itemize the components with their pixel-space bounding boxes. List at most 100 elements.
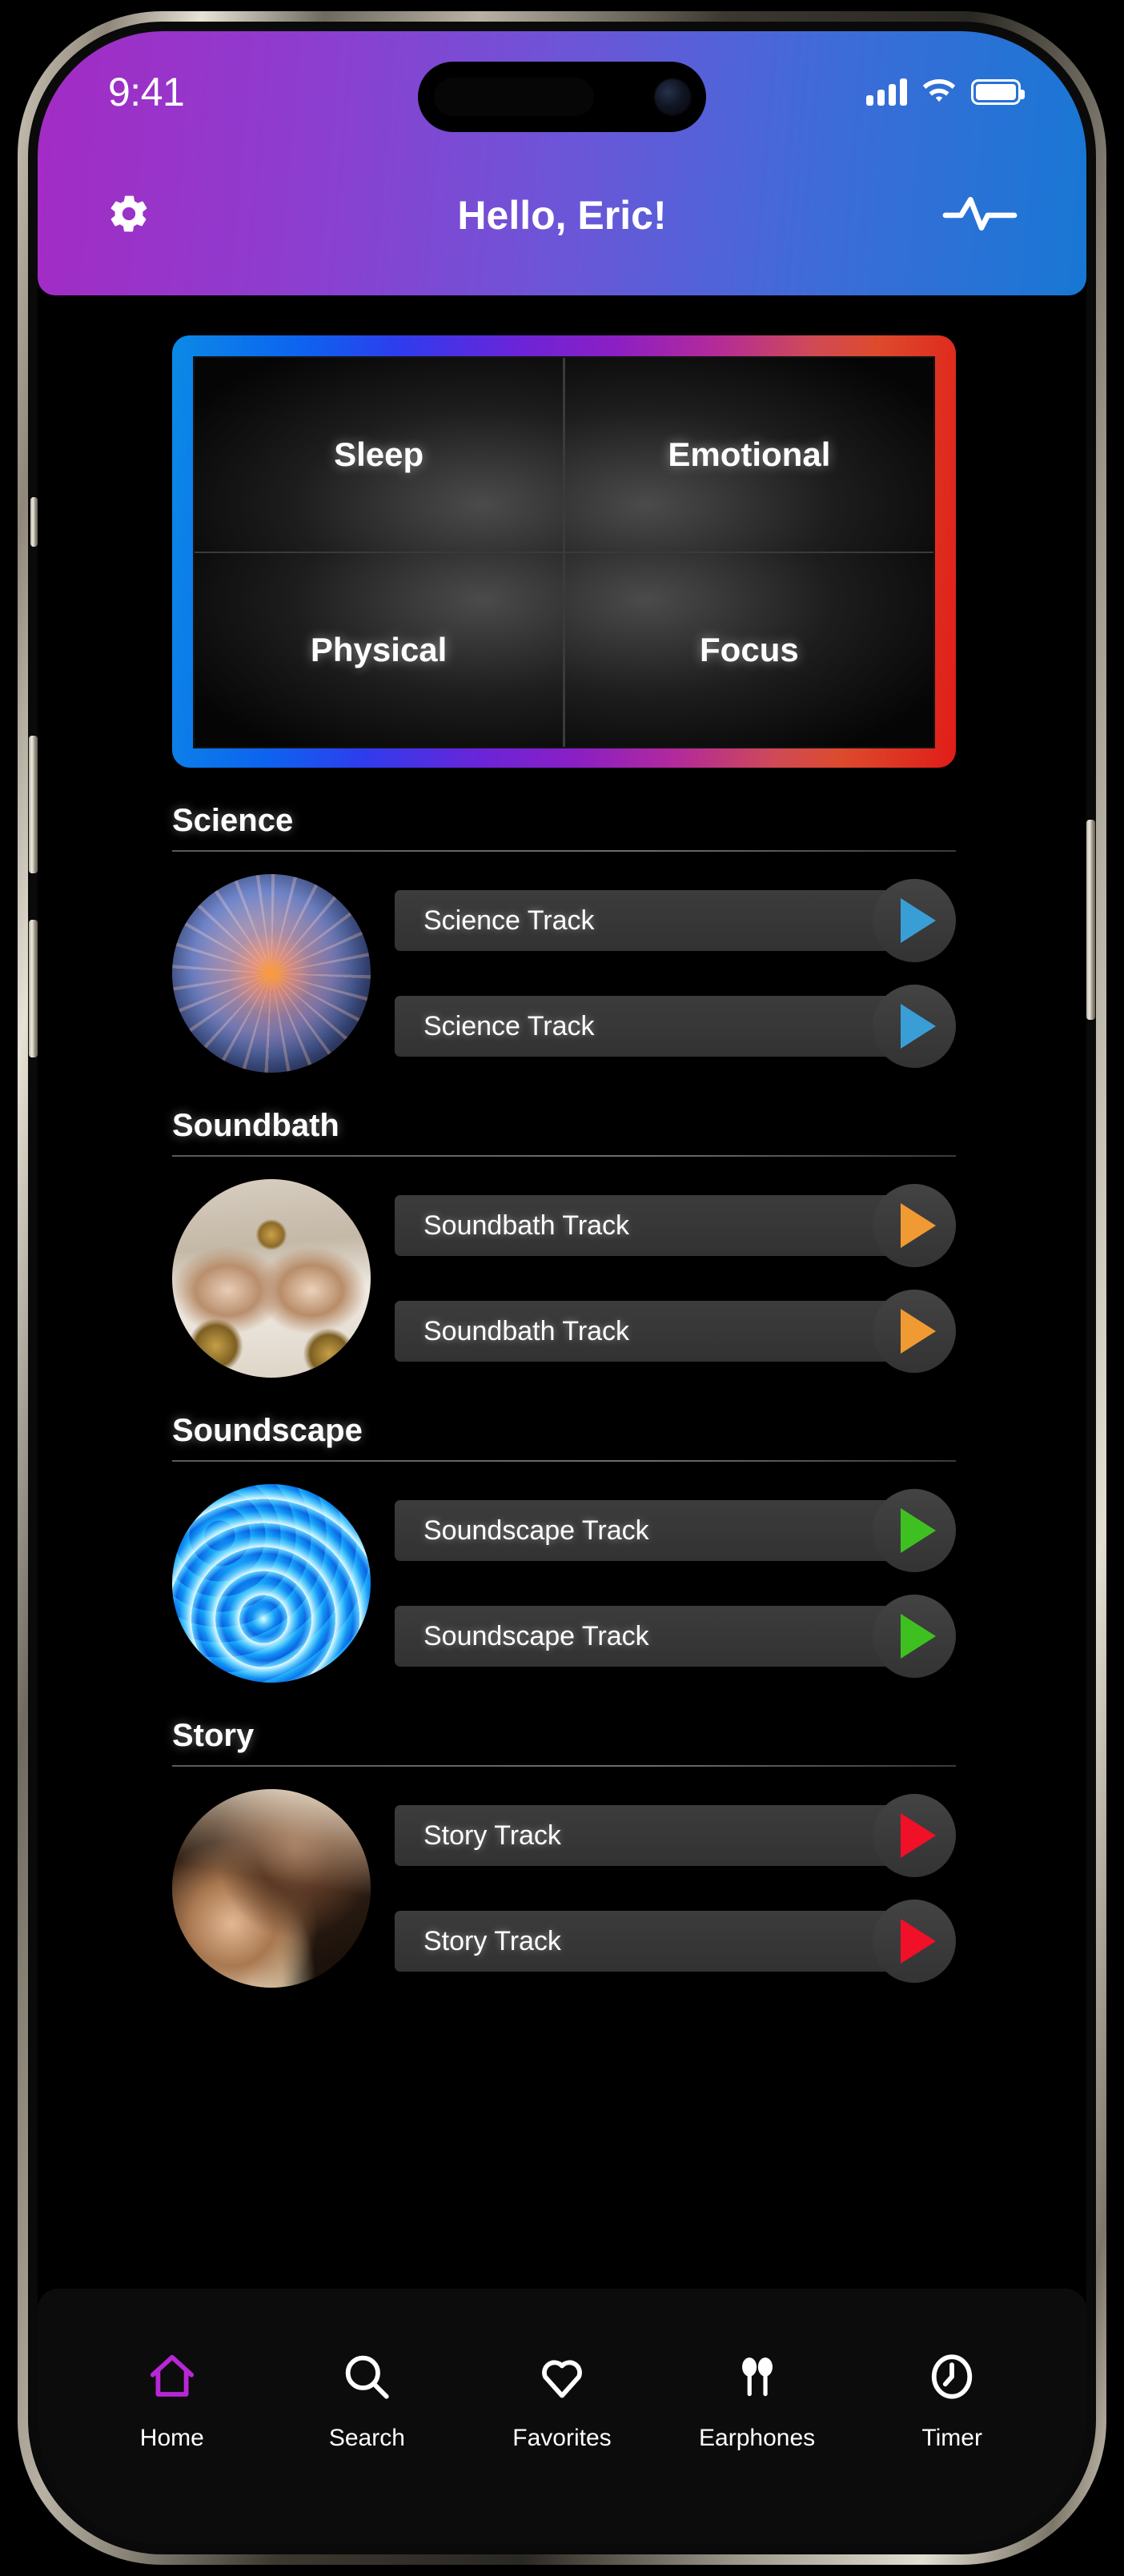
track-label: Soundscape Track	[424, 1620, 649, 1651]
section-title: Soundscape	[172, 1413, 363, 1448]
quadrant-focus[interactable]: Focus	[564, 553, 933, 747]
tab-label: Earphones	[699, 2425, 816, 2451]
quadrant-label: Sleep	[334, 435, 424, 473]
play-icon	[901, 1614, 936, 1659]
track-label: Science Track	[424, 905, 595, 936]
track-row[interactable]: Story Track	[395, 1900, 956, 1983]
search-icon-wrap	[340, 2346, 393, 2407]
track-pill[interactable]: Science Track	[395, 996, 906, 1057]
silent-switch-button[interactable]	[30, 497, 38, 547]
play-icon	[901, 1919, 936, 1964]
battery-level-fill	[976, 84, 1016, 100]
tab-timer[interactable]: Timer	[876, 2346, 1028, 2452]
tab-favorites[interactable]: Favorites	[486, 2346, 638, 2452]
phone-frame: 9:41 Hello, Eric! Sleep Emotional Physic…	[18, 11, 1106, 2565]
play-icon	[901, 1813, 936, 1858]
play-icon	[901, 898, 936, 943]
track-pill[interactable]: Science Track	[395, 890, 906, 951]
play-icon	[901, 1203, 936, 1248]
track-row[interactable]: Science Track	[395, 879, 956, 962]
gear-icon	[110, 195, 147, 231]
track-row[interactable]: Soundscape Track	[395, 1489, 956, 1572]
section-thumbnail-brain[interactable]	[172, 874, 371, 1073]
play-button[interactable]	[873, 879, 956, 962]
track-label: Soundscape Track	[424, 1515, 649, 1546]
quadrant-physical[interactable]: Physical	[195, 553, 564, 747]
section-divider	[172, 1765, 956, 1767]
tab-search[interactable]: Search	[291, 2346, 443, 2452]
track-label: Story Track	[424, 1820, 561, 1851]
section-divider	[172, 1155, 956, 1157]
clock-icon-wrap	[925, 2346, 978, 2407]
section-title: Science	[172, 803, 294, 838]
play-icon	[901, 1508, 936, 1553]
tab-home[interactable]: Home	[96, 2346, 248, 2452]
track-label: Story Track	[424, 1925, 561, 1956]
track-pill[interactable]: Soundbath Track	[395, 1301, 906, 1362]
track-pill[interactable]: Soundbath Track	[395, 1195, 906, 1256]
play-button[interactable]	[873, 1489, 956, 1572]
quadrant-emotional[interactable]: Emotional	[564, 358, 933, 552]
track-label: Science Track	[424, 1010, 595, 1041]
track-list: Soundscape Track Soundscape Track	[395, 1489, 956, 1678]
track-row[interactable]: Soundbath Track	[395, 1184, 956, 1267]
status-bar: 9:41	[38, 31, 1086, 135]
play-button[interactable]	[873, 1595, 956, 1678]
track-pill[interactable]: Soundscape Track	[395, 1606, 906, 1667]
earphones-icon	[741, 2357, 773, 2397]
play-button[interactable]	[873, 985, 956, 1068]
activity-button[interactable]	[942, 191, 1018, 240]
track-label: Soundbath Track	[424, 1210, 630, 1241]
page-title: Hello, Eric!	[457, 193, 667, 238]
earphones-icon-wrap	[731, 2346, 784, 2407]
category-card: Sleep Emotional Physical Focus	[172, 335, 956, 768]
status-time: 9:41	[108, 70, 185, 114]
tab-earphones[interactable]: Earphones	[681, 2346, 833, 2452]
main-content: Sleep Emotional Physical Focus Science S…	[38, 295, 1086, 2289]
cellular-signal-icon	[866, 78, 907, 106]
play-button[interactable]	[873, 1184, 956, 1267]
search-icon	[346, 2355, 390, 2399]
soundbath-couple-image	[172, 1179, 371, 1378]
track-pill[interactable]: Story Track	[395, 1911, 906, 1972]
track-pill[interactable]: Soundscape Track	[395, 1500, 906, 1561]
section-thumbnail-story[interactable]	[172, 1789, 371, 1988]
quadrant-sleep[interactable]: Sleep	[195, 358, 564, 552]
power-button[interactable]	[1086, 820, 1095, 1020]
tab-label: Home	[139, 2425, 204, 2451]
track-label: Soundbath Track	[424, 1315, 630, 1346]
volume-up-button[interactable]	[29, 736, 38, 873]
dynamic-island	[418, 62, 706, 132]
section-thumbnail-soundscape[interactable]	[172, 1484, 371, 1683]
track-row[interactable]: Story Track	[395, 1794, 956, 1877]
section-story: Story Story Track Story Track	[38, 1718, 1086, 1988]
track-row[interactable]: Science Track	[395, 985, 956, 1068]
bottom-tab-bar: Home Search Favorites Earphones Timer	[38, 2289, 1086, 2545]
section-title: Soundbath	[172, 1108, 339, 1143]
section-soundscape: Soundscape Soundscape Track Soundscape T…	[38, 1413, 1086, 1683]
track-list: Story Track Story Track	[395, 1794, 956, 1983]
section-title: Story	[172, 1718, 255, 1753]
app-header: 9:41 Hello, Eric!	[38, 31, 1086, 295]
phone-bezel: 9:41 Hello, Eric! Sleep Emotional Physic…	[28, 22, 1096, 2554]
tab-label: Search	[328, 2425, 405, 2451]
play-icon	[901, 1004, 936, 1049]
earpiece-speaker	[434, 78, 594, 116]
track-pill[interactable]: Story Track	[395, 1805, 906, 1866]
battery-full-icon	[971, 79, 1025, 105]
track-row[interactable]: Soundscape Track	[395, 1595, 956, 1678]
play-button[interactable]	[873, 1290, 956, 1373]
status-indicators	[866, 78, 1025, 106]
settings-button[interactable]	[106, 191, 151, 240]
clock-icon	[932, 2354, 973, 2399]
tab-label: Favorites	[512, 2425, 612, 2451]
section-divider	[172, 1460, 956, 1462]
play-button[interactable]	[873, 1900, 956, 1983]
heart-icon-wrap	[536, 2346, 588, 2407]
play-button[interactable]	[873, 1794, 956, 1877]
track-list: Science Track Science Track	[395, 879, 956, 1068]
track-row[interactable]: Soundbath Track	[395, 1290, 956, 1373]
section-thumbnail-soundbath[interactable]	[172, 1179, 371, 1378]
home-icon	[150, 2354, 194, 2397]
volume-down-button[interactable]	[29, 920, 38, 1057]
